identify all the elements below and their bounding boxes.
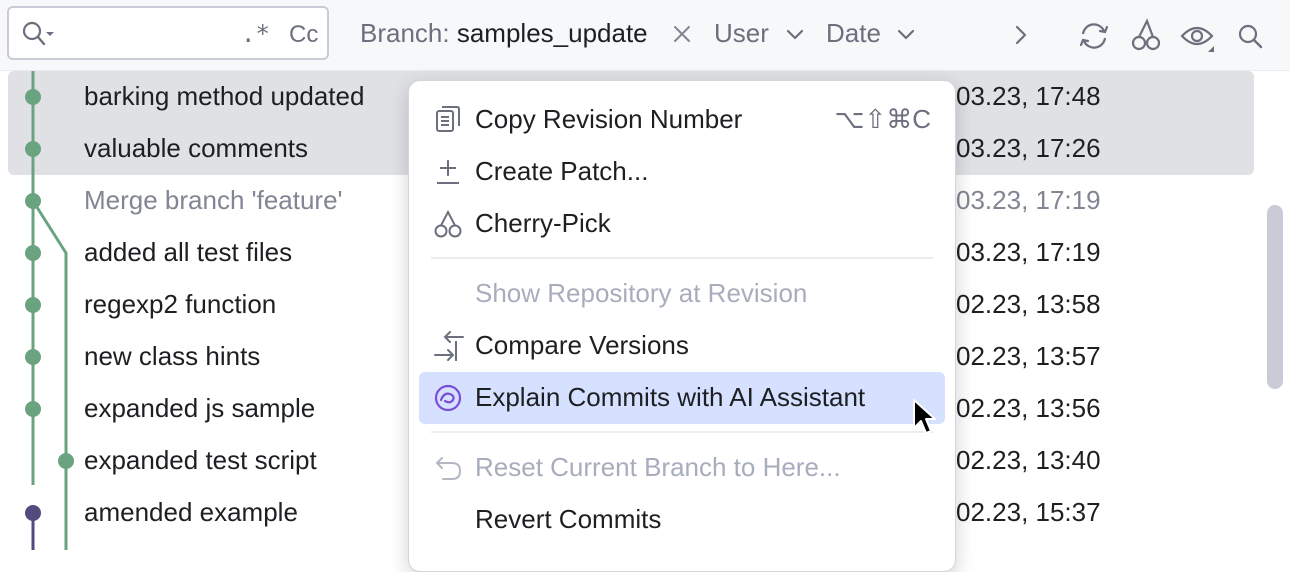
patch-icon [433,157,463,187]
graph-node [25,401,41,417]
menu-item-label: Copy Revision Number [475,104,743,134]
cherry-pick-icon [433,209,463,239]
menu-separator [431,257,933,259]
search-icon[interactable] [21,20,57,53]
reset-icon [433,453,463,483]
chevron-down-icon[interactable] [897,28,915,46]
date-filter-label: Date [826,18,881,48]
graph-node [58,453,74,469]
copy-icon [433,105,463,135]
commit-date: 02.23, 13:40 [956,445,1101,475]
cherry-pick-icon[interactable] [1130,18,1162,57]
graph-node [25,89,41,105]
refresh-icon[interactable] [1076,20,1112,57]
menu-item-copy-revision-number[interactable]: Copy Revision Number ⌥⇧⌘C [419,94,945,146]
graph-node [25,245,41,261]
menu-item-label: Show Repository at Revision [475,278,808,308]
match-case-toggle[interactable]: Cc [289,21,318,49]
graph-node [25,141,41,157]
commit-message: expanded test script [84,445,317,475]
log-toolbar: .* Cc Branch: samples_update User Date [0,0,1290,71]
commit-message: amended example [84,497,298,527]
menu-item-label: Revert Commits [475,504,662,534]
regex-toggle[interactable]: .* [241,20,270,48]
commit-date: 03.23, 17:48 [956,81,1101,111]
branch-filter-value: samples_update [456,18,648,48]
menu-item-label: Compare Versions [475,330,689,360]
branch-filter-label: Branch: [360,18,450,48]
chevron-down-icon[interactable] [786,28,804,46]
chevron-right-icon[interactable] [1014,24,1028,51]
graph-node [25,297,41,313]
commit-date: 03.23, 17:19 [956,185,1101,215]
menu-item-explain-commits[interactable]: Explain Commits with AI Assistant [419,372,945,424]
commit-message: regexp2 function [84,289,277,319]
commit-date: 02.23, 15:37 [956,497,1101,527]
date-filter[interactable]: Date [826,18,881,49]
eye-icon[interactable] [1180,22,1218,61]
commit-date: 03.23, 17:19 [956,237,1101,267]
commit-message: expanded js sample [84,393,316,423]
graph-node [25,349,41,365]
menu-item-reset-branch[interactable]: Reset Current Branch to Here... [419,442,945,494]
menu-item-shortcut: ⌥⇧⌘C [834,104,931,134]
commit-message: valuable comments [84,133,308,163]
commit-message: Merge branch 'feature' [84,185,343,215]
commit-date: 03.23, 17:26 [956,133,1101,163]
compare-icon [433,331,464,361]
mouse-cursor-icon [912,398,938,443]
menu-item-cherry-pick[interactable]: Cherry-Pick [419,198,945,250]
commit-date: 02.23, 13:57 [956,341,1101,371]
commit-graph [25,71,74,550]
menu-item-label: Create Patch... [475,156,649,186]
clear-filter-icon[interactable] [672,24,692,49]
menu-item-label: Cherry-Pick [475,208,611,238]
menu-item-label: Explain Commits with AI Assistant [475,382,866,412]
commit-message: added all test files [84,237,293,267]
commit-date: 02.23, 13:56 [956,393,1101,423]
branch-filter[interactable]: Branch: samples_update [360,18,648,49]
user-filter[interactable]: User [714,18,769,49]
menu-item-label: Reset Current Branch to Here... [475,452,841,482]
menu-item-revert-commits[interactable]: Revert Commits [419,494,945,546]
menu-separator [431,431,933,433]
graph-node [25,505,41,521]
commit-message: new class hints [84,341,261,371]
commit-message: barking method updated [84,81,365,111]
context-menu: Copy Revision Number ⌥⇧⌘C Create Patch..… [408,80,956,572]
search-icon[interactable] [1236,22,1266,57]
ai-assistant-icon [433,383,463,413]
user-filter-label: User [714,18,769,48]
vertical-scrollbar[interactable] [1267,205,1283,389]
graph-node [25,193,41,209]
commit-date: 02.23, 13:58 [956,289,1101,319]
menu-item-show-repository[interactable]: Show Repository at Revision [419,268,945,320]
menu-item-create-patch[interactable]: Create Patch... [419,146,945,198]
menu-item-compare-versions[interactable]: Compare Versions [419,320,945,372]
search-input[interactable]: .* Cc [7,6,329,60]
